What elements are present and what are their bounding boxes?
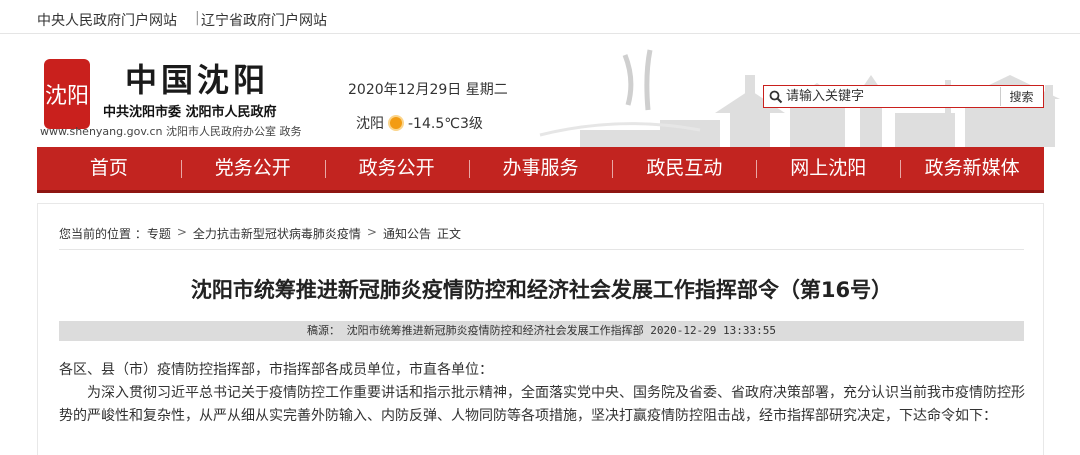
source-name: 沈阳市统筹推进新冠肺炎疫情防控和经济社会发展工作指挥部 (346, 324, 644, 337)
liaoning-gov-link[interactable]: 辽宁省政府门户网站 (201, 10, 327, 30)
weather-city: 沈阳 (356, 116, 384, 132)
main-nav: 首页 党务公开 政务公开 办事服务 政民互动 网上沈阳 政务新媒体 (37, 147, 1044, 193)
nav-item-new-media[interactable]: 政务新媒体 (900, 147, 1044, 190)
breadcrumb-topic[interactable]: 全力抗击新型冠状病毒肺炎疫情 (193, 225, 361, 242)
top-links-bar: 中央人民政府门户网站 | 辽宁省政府门户网站 (0, 0, 1080, 34)
site-logo-title[interactable]: 中国沈阳 (125, 55, 269, 101)
breadcrumb-current: 正文 (436, 227, 461, 241)
current-date: 2020年12月29日 星期二 (348, 82, 508, 98)
publish-datetime: 2020-12-29 13:33:55 (650, 324, 777, 337)
breadcrumb-divider (59, 249, 1024, 250)
breadcrumb-prefix[interactable]: 您当前的位置 ：专题 (59, 225, 171, 242)
weather-widget: 沈阳 -14.5℃3级 (356, 113, 483, 133)
nav-item-services[interactable]: 办事服务 (468, 147, 613, 190)
breadcrumb-arrow: > (176, 225, 187, 239)
sun-icon (390, 117, 402, 129)
central-gov-link[interactable]: 中央人民政府门户网站 (37, 10, 177, 30)
article-paragraph: 为深入贯彻习近平总书记关于疫情防控工作重要讲话和指示批示精神，全面落实党中央、国… (59, 385, 1025, 424)
article-container: 您当前的位置 ：专题 > 全力抗击新型冠状病毒肺炎疫情 > 通知公告 正文 沈阳… (37, 203, 1044, 455)
topbar-separator: | (195, 10, 200, 26)
article-paragraph: 各区、县（市）疫情防控指挥部，市指挥部各成员单位，市直各单位： (59, 362, 493, 378)
breadcrumb-notices[interactable]: 通知公告 (383, 225, 431, 242)
site-url-line: www.shenyang.gov.cn 沈阳市人民政府办公室 政务 (40, 125, 302, 138)
article-title: 沈阳市统筹推进新冠肺炎疫情防控和经济社会发展工作指挥部令（第16号） (190, 278, 893, 302)
search-icon (769, 90, 783, 104)
search-box: 搜索 (763, 85, 1044, 108)
nav-item-gov-affairs[interactable]: 政务公开 (324, 147, 469, 190)
breadcrumb: 您当前的位置 ：专题 > 全力抗击新型冠状病毒肺炎疫情 > 通知公告 正文 (59, 225, 461, 242)
nav-item-home[interactable]: 首页 (37, 147, 181, 190)
site-header: 沈阳 中国沈阳 中共沈阳市委 沈阳市人民政府 www.shenyang.gov.… (0, 35, 1080, 147)
weather-temperature: -14.5℃3级 (408, 116, 483, 132)
nav-item-interaction[interactable]: 政民互动 (612, 147, 756, 190)
nav-item-party-affairs[interactable]: 党务公开 (180, 147, 325, 190)
article-source-bar: 稿源： 沈阳市统筹推进新冠肺炎疫情防控和经济社会发展工作指挥部 2020-12-… (59, 321, 1024, 341)
site-logo-subtitle: 中共沈阳市委 沈阳市人民政府 (103, 105, 277, 120)
search-input[interactable] (786, 87, 1001, 106)
nav-item-online-shenyang[interactable]: 网上沈阳 (756, 147, 900, 190)
breadcrumb-arrow: > (366, 225, 377, 239)
source-label: 稿源： (306, 324, 340, 337)
shenyang-seal-logo: 沈阳 (44, 59, 90, 129)
search-button[interactable]: 搜索 (1000, 87, 1042, 106)
